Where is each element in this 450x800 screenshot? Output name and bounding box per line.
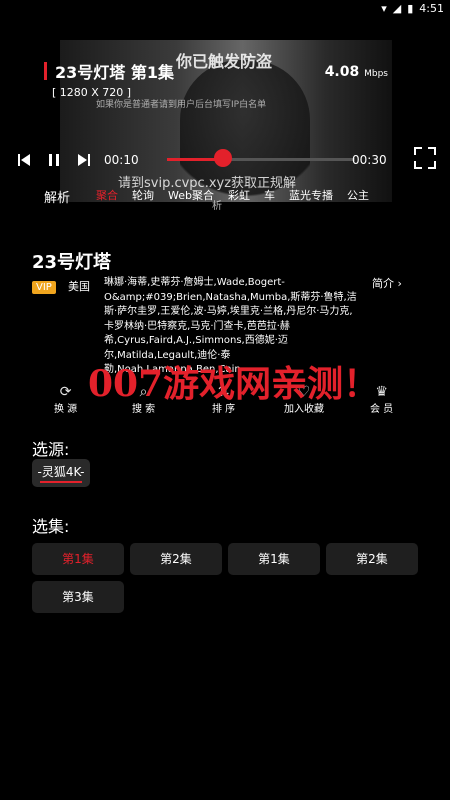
episode-button-5[interactable]: 第3集 xyxy=(32,581,124,613)
drama-title: 23号灯塔 xyxy=(32,252,112,273)
episode-button-2[interactable]: 第2集 xyxy=(130,543,222,575)
status-bar: ▾ ◢ ▮ 4:51 xyxy=(0,0,450,20)
fullscreen-icon xyxy=(414,147,436,169)
source-label: 选源: xyxy=(32,440,70,459)
watermark-top: 你已触发防盗 xyxy=(176,52,273,71)
analysis-row: 解析 聚合 轮询 Web聚合 彩虹 车 蓝光专播 公主 xyxy=(0,187,450,207)
chip-languang[interactable]: 蓝光专播 xyxy=(289,187,333,203)
current-time: 00:10 xyxy=(104,153,139,167)
progress-track[interactable] xyxy=(167,158,355,161)
status-time: 4:51 xyxy=(419,2,444,15)
drama-meta: VIP 美国 琳娜·海蒂,史蒂芬·詹姆士,Wade,Bogert-O&amp;#… xyxy=(32,275,422,375)
source-button[interactable]: -灵狐4K- xyxy=(32,459,90,487)
video-player[interactable]: 23号灯塔 第1集 4.08 Mbps [ 1280 X 720 ] 你已触发防… xyxy=(0,20,450,212)
analysis-label: 解析 xyxy=(44,191,71,206)
analysis-chips: 聚合 轮询 Web聚合 彩虹 车 蓝光专播 公主 xyxy=(96,187,383,203)
next-button[interactable] xyxy=(76,149,92,171)
fullscreen-button[interactable] xyxy=(414,147,436,169)
watermark-mid: 如果你是普通者请到用户后台填写IP白名单 xyxy=(96,100,267,110)
wifi-icon: ▾ xyxy=(381,2,387,15)
total-time: 00:30 xyxy=(352,153,387,167)
watermark-overlay: 007游戏网亲测！ xyxy=(88,363,380,405)
chip-che[interactable]: 车 xyxy=(264,187,275,203)
episode-button-1[interactable]: 第1集 xyxy=(32,543,124,575)
chip-lunxun[interactable]: 轮询 xyxy=(132,187,154,203)
player-title: 23号灯塔 第1集 xyxy=(55,63,174,82)
skip-previous-icon xyxy=(18,154,30,166)
episode-button-3[interactable]: 第1集 xyxy=(228,543,320,575)
switch-source-button[interactable]: ⟳ 换 源 xyxy=(54,384,77,415)
signal-icon: ◢ xyxy=(392,2,402,15)
episode-label: 选集: xyxy=(32,517,70,536)
intro-link[interactable]: 简介 › xyxy=(372,275,402,291)
player-title-row: 23号灯塔 第1集 xyxy=(44,59,174,83)
episode-button-4[interactable]: 第2集 xyxy=(326,543,418,575)
pause-button[interactable] xyxy=(46,149,62,171)
chip-gongzhu[interactable]: 公主 xyxy=(347,187,369,203)
previous-button[interactable] xyxy=(16,149,32,171)
chip-juhe[interactable]: 聚合 xyxy=(96,187,118,203)
chip-web-juhe[interactable]: Web聚合 xyxy=(168,187,214,203)
region-label: 美国 xyxy=(68,280,90,293)
refresh-icon: ⟳ xyxy=(59,384,72,400)
pause-icon xyxy=(49,154,59,166)
vip-badge: VIP xyxy=(32,281,56,294)
chevron-right-icon: › xyxy=(397,277,402,290)
chip-caihong[interactable]: 彩虹 xyxy=(228,187,250,203)
battery-icon: ▮ xyxy=(407,2,414,15)
skip-next-icon xyxy=(78,154,90,166)
source-underline xyxy=(40,481,82,483)
network-speed: 4.08 Mbps xyxy=(324,64,388,80)
